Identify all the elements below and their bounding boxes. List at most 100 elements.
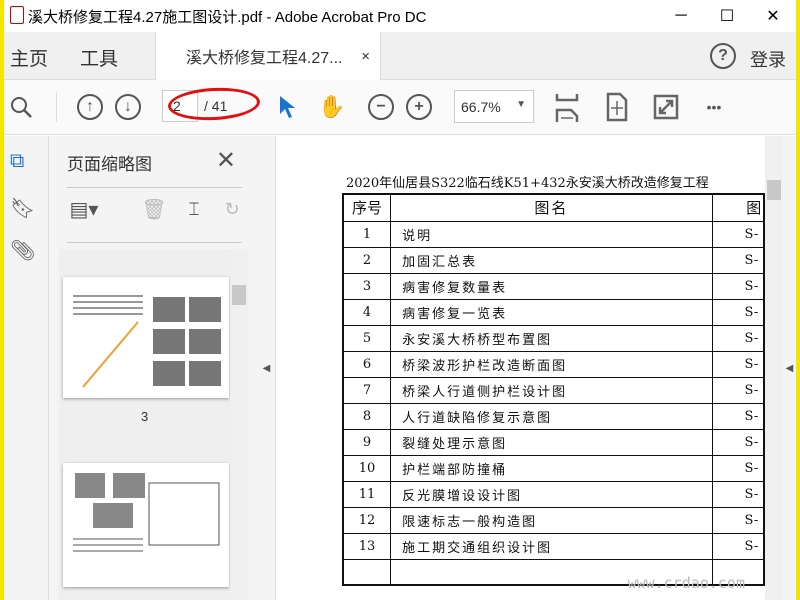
minimize-button[interactable]: ─ xyxy=(658,0,704,32)
scrollbar-thumb[interactable] xyxy=(767,180,781,200)
drawing-code: S- xyxy=(711,246,765,274)
row-number: 8 xyxy=(342,402,392,430)
previous-page-icon[interactable]: ↑ xyxy=(77,94,103,120)
full-screen-icon[interactable] xyxy=(653,94,679,120)
drawing-name: 护栏端部防撞桶 xyxy=(390,454,713,482)
drawing-code: S- xyxy=(711,454,765,482)
column-header: 图名 xyxy=(390,193,713,222)
more-tools-button[interactable]: ••• xyxy=(701,94,727,120)
divider xyxy=(56,92,57,122)
drawing-code: S- xyxy=(711,324,765,352)
watermark: www.crdao.com xyxy=(627,574,745,592)
panel-title: 页面缩略图 xyxy=(67,155,152,174)
table-row: 5 永安溪大桥桥型布置图 S- xyxy=(342,324,765,352)
navigation-rail: ⧉ 🔖︎ 📎︎ xyxy=(4,136,49,600)
row-number: 4 xyxy=(342,298,392,326)
fit-page-icon[interactable] xyxy=(604,92,630,122)
scrollbar-thumb[interactable] xyxy=(232,285,246,305)
rotate-page-icon: ↻ xyxy=(224,198,240,219)
row-number: 11 xyxy=(342,480,392,508)
drawing-code: S- xyxy=(711,506,765,534)
drawing-name: 裂缝处理示意图 xyxy=(390,428,713,456)
hand-tool-icon[interactable]: ✋ xyxy=(318,94,345,120)
table-row: 9 裂缝处理示意图 S- xyxy=(342,428,765,456)
zoom-in-icon[interactable]: + xyxy=(406,94,432,120)
expand-right-panel-button[interactable]: ◀ xyxy=(783,136,796,600)
table-row: 11 反光膜增设设计图 S- xyxy=(342,480,765,508)
drawing-name: 人行道缺陷修复示意图 xyxy=(390,402,713,430)
table-row: 1 说明 S- xyxy=(342,220,765,248)
title-bar: 溪大桥修复工程4.27施工图设计.pdf - Adobe Acrobat Pro… xyxy=(4,0,796,32)
zoom-out-icon[interactable]: − xyxy=(368,94,394,120)
row-number: 5 xyxy=(342,324,392,352)
search-icon[interactable] xyxy=(8,94,34,120)
drawing-code: S- xyxy=(711,532,765,560)
drawing-name: 反光膜增设设计图 xyxy=(390,480,713,508)
row-number: 2 xyxy=(342,246,392,274)
drawing-code: S- xyxy=(711,350,765,378)
tab-tools[interactable]: 工具 xyxy=(80,44,118,71)
panel-scrollbar[interactable] xyxy=(230,249,248,600)
drawing-name: 加固汇总表 xyxy=(390,246,713,274)
page-thumbnail-4[interactable] xyxy=(63,463,229,587)
document-heading: 2020年仙居县S322临石线K51+432永安溪大桥改造修复工程 xyxy=(346,176,709,191)
drawing-code: S- xyxy=(711,272,765,300)
page-thumbnail-3[interactable] xyxy=(63,277,229,398)
bookmark-icon[interactable]: 🔖︎ xyxy=(10,196,35,222)
thumbnail-list: 3 xyxy=(59,249,231,600)
table-row: 7 桥梁人行道侧护栏设计图 S- xyxy=(342,376,765,404)
table-row: 12 限速标志一般构造图 S- xyxy=(342,506,765,534)
document-scrollbar[interactable] xyxy=(765,136,783,600)
divider xyxy=(67,242,242,243)
drawing-code: S- xyxy=(711,376,765,404)
divider xyxy=(67,187,242,188)
drawing-name: 桥梁人行道侧护栏设计图 xyxy=(390,376,713,404)
table-row: 3 病害修复数量表 S- xyxy=(342,272,765,300)
page-thumbnails-icon[interactable]: ⧉ xyxy=(10,150,34,176)
drawing-code: S- xyxy=(711,402,765,430)
help-button[interactable]: ? xyxy=(710,43,736,69)
table-row: 6 桥梁波形护栏改造断面图 S- xyxy=(342,350,765,378)
close-window-button[interactable]: ✕ xyxy=(750,0,796,32)
close-tab-icon[interactable]: × xyxy=(361,48,370,65)
drawing-name: 限速标志一般构造图 xyxy=(390,506,713,534)
acrobat-app-icon xyxy=(10,6,24,24)
fit-width-icon[interactable] xyxy=(554,94,580,122)
row-number: 3 xyxy=(342,272,392,300)
tab-document[interactable]: 溪大桥修复工程4.27... × xyxy=(155,32,381,80)
table-row: 13 施工期交通组织设计图 S- xyxy=(342,532,765,560)
tab-home[interactable]: 主页 xyxy=(10,44,48,71)
table-row: 2 加固汇总表 S- xyxy=(342,246,765,274)
drawing-name: 施工期交通组织设计图 xyxy=(390,532,713,560)
thumbnail-page-label: 3 xyxy=(141,409,149,424)
delete-page-icon: 🗑︎ xyxy=(141,198,167,221)
login-button[interactable]: 登录 xyxy=(750,46,786,72)
row-number: 7 xyxy=(342,376,392,404)
drawing-name: 病害修复一览表 xyxy=(390,298,713,326)
row-number: 13 xyxy=(342,532,392,560)
maximize-button[interactable]: ☐ xyxy=(704,0,750,32)
next-page-icon[interactable]: ↓ xyxy=(115,94,141,120)
drawing-name: 说明 xyxy=(390,220,713,248)
attachment-icon[interactable]: 📎︎ xyxy=(10,238,35,264)
insert-page-icon[interactable]: ⌶ xyxy=(181,196,207,222)
window-title: 溪大桥修复工程4.27施工图设计.pdf - Adobe Acrobat Pro… xyxy=(28,8,427,26)
table-row: 8 人行道缺陷修复示意图 S- xyxy=(342,402,765,430)
thumbnail-options-icon[interactable]: ▤▾ xyxy=(70,196,99,222)
row-number: 9 xyxy=(342,428,392,456)
column-header: 图 xyxy=(711,193,765,222)
select-cursor-icon[interactable] xyxy=(274,94,300,120)
window-border-right xyxy=(796,0,800,600)
drawing-name: 桥梁波形护栏改造断面图 xyxy=(390,350,713,378)
document-view: 2020年仙居县S322临石线K51+432永安溪大桥改造修复工程 序号 图名 … xyxy=(275,136,765,600)
drawing-index-table: 序号 图名 图 1 说明 S- 2 加固汇总表 S- 3 病害修复数量表 S- 4 病害修复一览表 S… xyxy=(342,193,765,586)
tab-bar: 主页 工具 溪大桥修复工程4.27... × ? 登录 xyxy=(4,32,796,80)
zoom-level-value: 66.7% xyxy=(461,99,501,115)
zoom-level-select[interactable]: 66.7% ▼ xyxy=(454,90,534,123)
drawing-code: S- xyxy=(711,480,765,508)
toolbar: ↑ ↓ 2 / 41 ✋ − + 66.7% ▼ ••• xyxy=(4,80,796,135)
row-number: 12 xyxy=(342,506,392,534)
row-number: 1 xyxy=(342,220,392,248)
collapse-left-panel-button[interactable]: ◀ xyxy=(258,136,275,600)
close-panel-icon[interactable]: ✕ xyxy=(216,146,236,175)
